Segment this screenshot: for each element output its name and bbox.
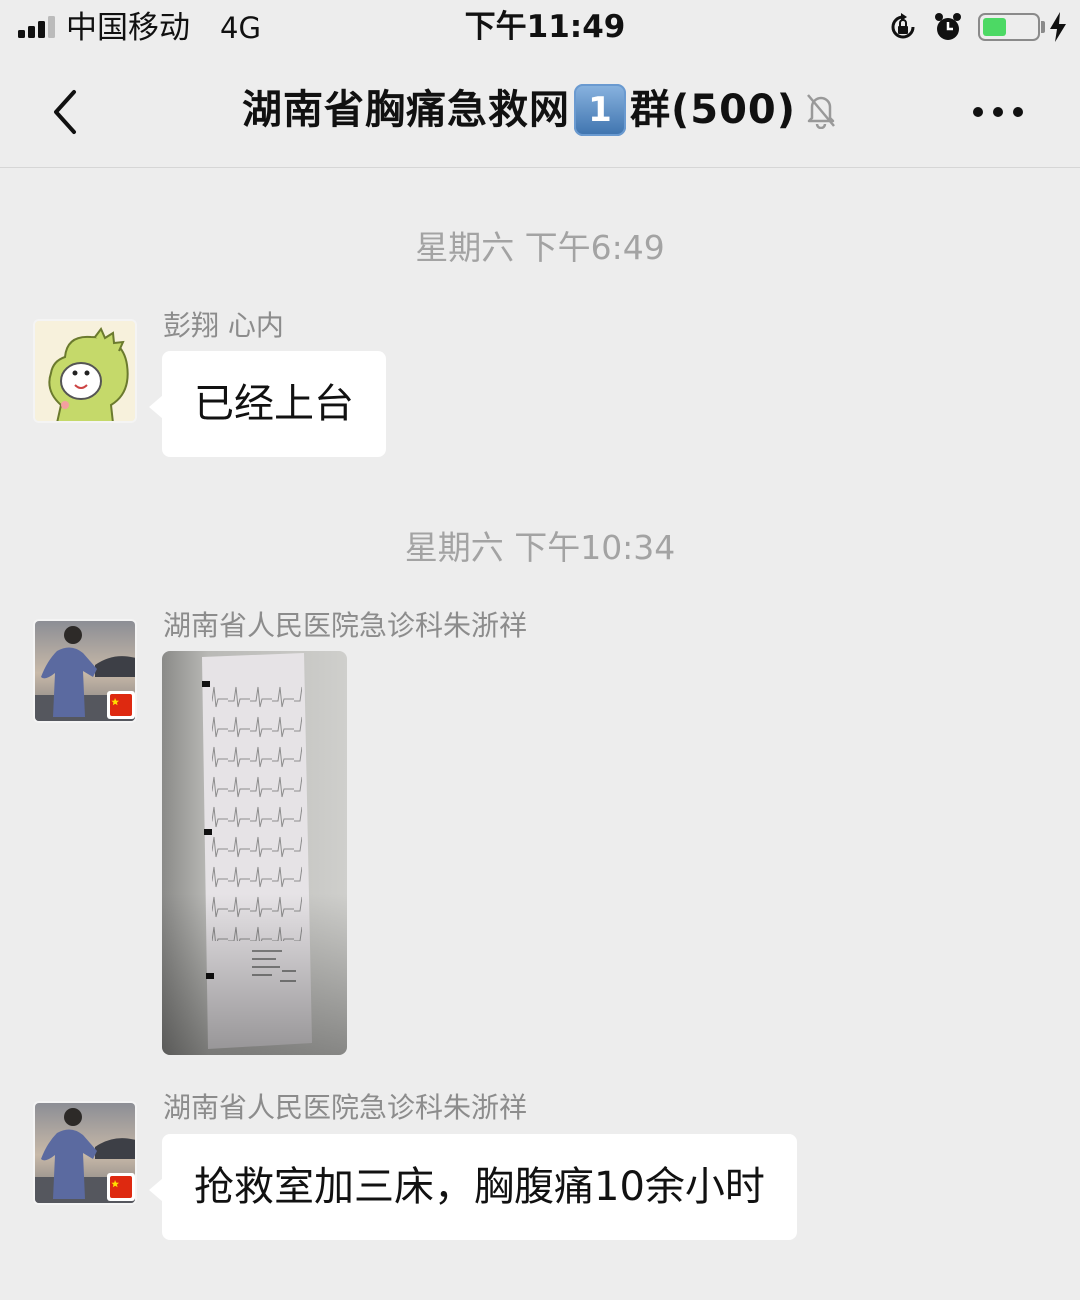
message-bubble[interactable]: 抢救室加三床，胸腹痛10余小时 xyxy=(149,1134,797,1240)
sender-name: 湖南省人民医院急诊科朱浙祥 xyxy=(163,1091,528,1124)
status-bar: 中国移动 4G 下午11:49 xyxy=(0,0,1080,56)
man-photo-avatar[interactable] xyxy=(33,1101,137,1205)
more-icon[interactable] xyxy=(972,106,1024,118)
chat-title-prefix: 湖南省胸痛急救网 xyxy=(241,87,570,133)
battery-tip xyxy=(1041,21,1045,33)
status-time: 下午11:49 xyxy=(464,9,626,45)
chat-title[interactable]: 湖南省胸痛急救网 1 群(500) xyxy=(0,80,1080,140)
chat-screen: 中国移动 4G 下午11:49 湖南省胸痛急救网 1 群(500) 星期六 下午… xyxy=(0,0,1080,1300)
chat-timestamp: 星期六 下午6:49 xyxy=(415,228,665,267)
sender-name: 彭翔 心内 xyxy=(163,309,284,342)
battery-level-fill xyxy=(983,18,1007,36)
dinosaur-sticker-avatar[interactable] xyxy=(33,319,137,423)
chat-timestamp: 星期六 下午10:34 xyxy=(404,528,676,567)
charging-icon xyxy=(1050,12,1066,42)
alarm-icon xyxy=(935,13,961,40)
man-photo-avatar[interactable] xyxy=(33,619,137,723)
ecg-printout-photo[interactable] xyxy=(162,651,347,1055)
orientation-lock-icon xyxy=(891,13,915,39)
mute-icon xyxy=(807,94,835,129)
keycap-one-emoji: 1 xyxy=(573,84,626,136)
chat-title-suffix: 群(500) xyxy=(629,87,797,133)
battery-icon xyxy=(978,13,1040,41)
message-bubble[interactable]: 已经上台 xyxy=(149,351,386,457)
nav-bar: 湖南省胸痛急救网 1 群(500) xyxy=(0,56,1080,168)
sender-name: 湖南省人民医院急诊科朱浙祥 xyxy=(163,609,528,642)
